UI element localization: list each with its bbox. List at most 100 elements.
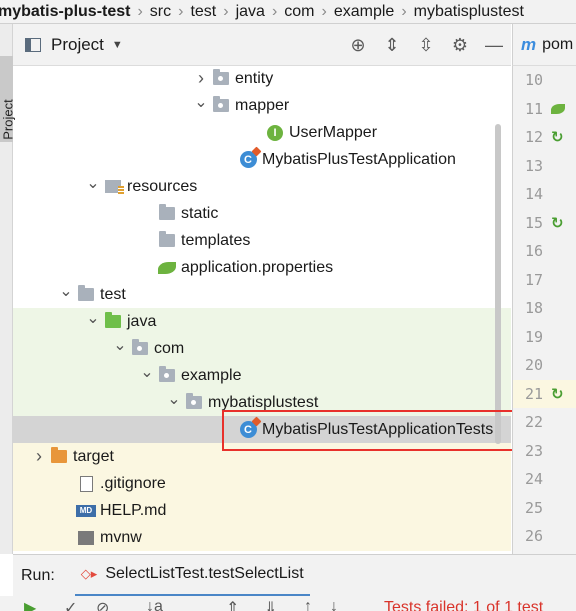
- chevron-right-icon[interactable]: ›: [30, 446, 48, 467]
- tree-item[interactable]: ⌄ mybatisplustest: [13, 389, 511, 416]
- line-number: 24: [524, 470, 543, 488]
- rerun-icon[interactable]: ▶: [24, 598, 36, 611]
- spring-leaf-icon[interactable]: [551, 103, 565, 114]
- chevron-down-icon[interactable]: ⌄: [84, 173, 102, 193]
- breadcrumb-item[interactable]: example: [330, 3, 398, 21]
- tree-item-label: com: [154, 339, 185, 357]
- folder-icon: [156, 204, 178, 223]
- run-gutter-icon[interactable]: ↻: [551, 214, 564, 232]
- line-number: 13: [524, 156, 543, 175]
- breadcrumb-item[interactable]: mybatisplustest: [410, 3, 528, 21]
- run-config-tab-label: SelectListTest.testSelectList: [105, 565, 304, 582]
- tree-item-label: HELP.md: [100, 501, 167, 519]
- tree-item[interactable]: static: [13, 200, 511, 227]
- resources-folder-icon: [102, 178, 124, 196]
- run-gutter-icon[interactable]: ↻: [551, 128, 564, 146]
- tree-item[interactable]: ⌄ java: [13, 308, 511, 335]
- tree-scrollbar[interactable]: [495, 124, 501, 444]
- expand-all-tests-icon[interactable]: ⇑: [226, 598, 239, 611]
- gutter-line: 10: [513, 66, 576, 94]
- tree-item-label: templates: [181, 231, 251, 249]
- chevron-down-icon[interactable]: ⌄: [165, 389, 183, 409]
- gear-icon[interactable]: ⚙: [443, 35, 477, 56]
- editor-tab-pom[interactable]: m pom: [513, 35, 573, 55]
- chevron-right-icon[interactable]: ›: [192, 68, 210, 89]
- tree-item[interactable]: ⌄ resources: [13, 173, 511, 200]
- tree-item[interactable]: mvnw: [13, 524, 511, 551]
- tree-item[interactable]: ⌄ com: [13, 335, 511, 362]
- gutter-line: 15 ↻: [513, 209, 576, 237]
- line-number: 17: [524, 270, 543, 289]
- line-number: 22: [524, 413, 543, 431]
- sort-alpha-icon[interactable]: ↓a: [146, 598, 163, 611]
- run-config-tab[interactable]: ◇▸ SelectListTest.testSelectList: [74, 555, 310, 597]
- breadcrumb: mybatis-plus-test › src › test › java › com › exam…: [0, 0, 576, 24]
- next-failed-icon[interactable]: ↓: [330, 598, 338, 611]
- project-panel-toolbar: ⊕ ⇕ ⇳ ⚙ —: [341, 24, 511, 66]
- interface-icon: I: [264, 124, 286, 142]
- project-view-selector[interactable]: Project: [51, 35, 104, 55]
- tree-item[interactable]: ⌄ mapper: [13, 92, 511, 119]
- package-folder-icon: [156, 366, 178, 385]
- tree-item[interactable]: › target: [13, 443, 511, 470]
- minimize-icon[interactable]: —: [477, 35, 511, 56]
- chevron-down-icon[interactable]: ▼: [112, 39, 123, 51]
- chevron-down-icon[interactable]: ⌄: [57, 281, 75, 301]
- tree-item[interactable]: › entity: [13, 66, 511, 92]
- maven-file-icon: m: [521, 34, 537, 54]
- gutter-line: 12 ↻: [513, 123, 576, 151]
- breadcrumb-item[interactable]: com: [280, 3, 318, 21]
- project-tool-tab[interactable]: Project: [0, 56, 16, 142]
- expand-all-icon[interactable]: ⇕: [375, 35, 409, 56]
- test-config-icon: ◇▸: [80, 566, 98, 581]
- tree-item-label: java: [127, 312, 157, 330]
- tree-item[interactable]: application.properties: [13, 254, 511, 281]
- breadcrumb-item[interactable]: java: [232, 3, 269, 21]
- tree-item[interactable]: .gitignore: [13, 470, 511, 497]
- tree-item[interactable]: ⌄ test: [13, 281, 511, 308]
- tree-item[interactable]: C MybatisPlusTestApplicationTests: [13, 416, 511, 443]
- run-panel-header: Run: ◇▸ SelectListTest.testSelectList: [13, 554, 576, 597]
- gutter-line: 22: [513, 408, 576, 436]
- breadcrumb-item[interactable]: test: [186, 3, 220, 21]
- line-number: 18: [524, 299, 543, 317]
- tree-item[interactable]: I UserMapper: [13, 119, 511, 146]
- gutter-line: 25: [513, 494, 576, 522]
- script-file-icon: [75, 529, 97, 547]
- tree-item-label: static: [181, 204, 219, 222]
- breadcrumb-item[interactable]: src: [146, 3, 175, 21]
- gutter-line: 23: [513, 437, 576, 465]
- chevron-down-icon[interactable]: ⌄: [192, 92, 210, 112]
- test-class-icon: C: [237, 421, 259, 439]
- chevron-down-icon[interactable]: ⌄: [111, 335, 129, 355]
- tree-item-label: mapper: [235, 96, 290, 114]
- show-passed-icon[interactable]: ✓: [64, 598, 77, 611]
- package-folder-icon: [129, 339, 151, 358]
- tree-item[interactable]: C MybatisPlusTestApplication: [13, 146, 511, 173]
- line-number: 14: [524, 185, 543, 203]
- gutter-line: 21 ↻: [513, 379, 576, 408]
- line-number: 20: [524, 356, 543, 374]
- excluded-folder-icon: [48, 447, 70, 466]
- tree-item[interactable]: templates: [13, 227, 511, 254]
- package-folder-icon: [183, 393, 205, 412]
- editor-tab-bar: m pom: [512, 24, 576, 66]
- gutter-line: 14: [513, 180, 576, 208]
- tree-item[interactable]: ⌄ example: [13, 362, 511, 389]
- editor-tab-label: pom: [542, 35, 574, 53]
- chevron-down-icon[interactable]: ⌄: [84, 308, 102, 328]
- show-ignored-icon[interactable]: ⊘: [96, 598, 109, 611]
- run-gutter-icon[interactable]: ↻: [551, 385, 564, 403]
- tree-item-label: UserMapper: [289, 123, 378, 141]
- editor-gutter: 10 11 12 ↻ 13 14 15 ↻ 16 17 18 19 20 21 ↻ 22 23 24 25 26: [512, 66, 576, 554]
- tree-item-label: example: [181, 366, 242, 384]
- collapse-all-icon[interactable]: ⇳: [409, 35, 443, 56]
- tree-item[interactable]: MD HELP.md: [13, 497, 511, 524]
- tree-item-label: mybatisplustest: [208, 393, 319, 411]
- chevron-down-icon[interactable]: ⌄: [138, 362, 156, 382]
- previous-failed-icon[interactable]: ↑: [304, 598, 312, 611]
- collapse-all-tests-icon[interactable]: ⇓: [264, 598, 277, 611]
- breadcrumb-item[interactable]: mybatis-plus-test: [0, 3, 134, 21]
- locate-icon[interactable]: ⊕: [341, 35, 375, 56]
- run-toolbar: ▶ ✓ ⊘ ↓a ⇑ ⇓ ↑ ↓ Tests failed: 1 of 1 te…: [0, 596, 576, 611]
